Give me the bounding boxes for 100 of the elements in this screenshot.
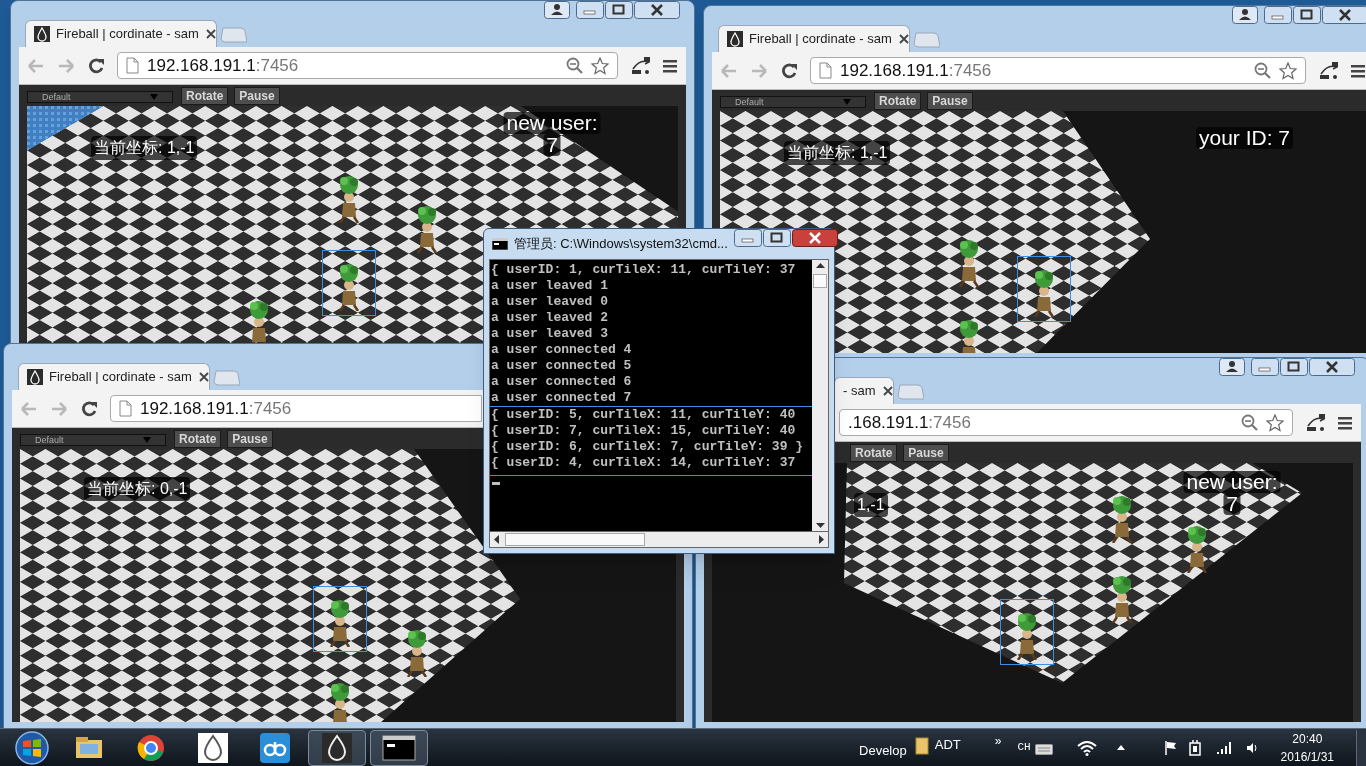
date-text: 2016/1/31	[1280, 748, 1334, 766]
user-icon[interactable]	[1232, 6, 1258, 24]
reload-icon[interactable]	[87, 56, 105, 75]
maximize-icon[interactable]	[762, 229, 791, 247]
address-bar[interactable]: 192.168.191.1:7456	[110, 395, 482, 422]
character-drawing	[1111, 496, 1133, 543]
game-button[interactable]: Rotate	[174, 430, 222, 448]
language-indicator[interactable]: CH	[1017, 739, 1031, 756]
user-icon[interactable]	[1219, 358, 1245, 376]
address-bar[interactable]: .168.191.1:7456	[839, 409, 1293, 436]
character-drawing	[338, 176, 360, 223]
game-button[interactable]: Pause	[227, 430, 273, 448]
menu-icon[interactable]	[1350, 62, 1366, 79]
down-arrow-icon[interactable]	[815, 523, 825, 528]
right-arrow-icon[interactable]	[819, 535, 824, 544]
vertical-scrollbar[interactable]	[812, 260, 828, 531]
close-icon[interactable]	[1309, 358, 1355, 376]
language-icon[interactable]	[1305, 412, 1325, 433]
address-bar[interactable]: 192.168.191.1:7456	[810, 57, 1306, 84]
game-button[interactable]: Pause	[234, 87, 280, 105]
scroll-thumb[interactable]	[813, 273, 827, 288]
address-bar[interactable]: 192.168.191.1:7456	[117, 52, 618, 79]
minimize-icon[interactable]	[1264, 6, 1292, 24]
language-icon[interactable]	[630, 55, 650, 76]
browser-tab[interactable]: Fireball | cordinate - sam	[25, 20, 217, 47]
dropdown[interactable]: Default	[20, 434, 166, 446]
close-icon[interactable]	[881, 385, 894, 397]
url-text: 192.168.191.1:7456	[140, 397, 293, 420]
horizontal-scrollbar[interactable]	[489, 532, 829, 548]
character-drawing	[1033, 270, 1055, 317]
console-line: { userID: 4, curTileX: 14, curTileY: 37	[490, 455, 797, 471]
maximize-icon[interactable]	[1293, 6, 1321, 24]
window-title: 管理员: C:\Windows\system32\cmd...	[514, 235, 728, 254]
close-icon[interactable]	[197, 371, 210, 383]
page-icon	[119, 400, 132, 417]
message-text: 7	[1223, 493, 1241, 515]
console-line: a user connected 6	[490, 374, 633, 390]
console-line: a user connected 7	[490, 390, 633, 406]
coordinate-label: 当前坐标: 1,-1	[91, 136, 198, 160]
reload-icon[interactable]	[80, 399, 98, 418]
language-icon[interactable]	[1318, 60, 1338, 81]
star-icon[interactable]	[1266, 413, 1284, 432]
zoom-out-icon[interactable]	[1254, 62, 1271, 79]
close-icon[interactable]	[634, 1, 680, 19]
zoom-out-icon[interactable]	[1241, 414, 1258, 431]
browser-tab[interactable]: Fireball | cordinate - sam	[18, 363, 210, 390]
console-icon	[492, 238, 508, 250]
game-button[interactable]: Rotate	[181, 87, 229, 105]
taskbar-button[interactable]	[370, 729, 428, 766]
minimize-icon[interactable]	[733, 229, 762, 247]
message-text: 7	[543, 134, 561, 156]
console-line: a user leaved 2	[490, 310, 610, 326]
flag-icon[interactable]	[1164, 740, 1177, 755]
close-icon[interactable]	[204, 28, 217, 40]
up-arrow-icon[interactable]	[1116, 745, 1125, 750]
menu-icon[interactable]	[662, 57, 678, 74]
caret-icon	[150, 94, 158, 100]
wifi-icon[interactable]	[1076, 739, 1097, 756]
maximize-icon[interactable]	[605, 1, 633, 19]
close-icon[interactable]	[1322, 6, 1366, 24]
console-line: a user connected 5	[490, 358, 633, 374]
taskbar-button[interactable]	[308, 729, 366, 766]
url-text: 192.168.191.1:7456	[147, 54, 300, 77]
star-icon[interactable]	[591, 56, 609, 75]
up-arrow-icon[interactable]	[815, 263, 825, 268]
coordinate-label: 1,-1	[854, 493, 888, 517]
maximize-icon[interactable]	[1280, 358, 1308, 376]
dropdown[interactable]: Default	[27, 91, 173, 103]
browser-tab[interactable]: - sam	[834, 377, 894, 404]
browser-tab[interactable]: Fireball | cordinate - sam	[718, 25, 910, 52]
dropdown[interactable]: Default	[720, 96, 866, 108]
signal-bars-icon[interactable]	[1216, 741, 1231, 754]
speaker-icon[interactable]	[1246, 741, 1257, 754]
coordinate-label: 当前坐标: 1,-1	[784, 141, 891, 165]
game-button[interactable]: Rotate	[850, 444, 898, 462]
start-button[interactable]	[12, 729, 52, 766]
game-button[interactable]: Pause	[927, 92, 973, 110]
chevron-button[interactable]: »	[994, 731, 1002, 750]
toolbar-label[interactable]: Develop	[859, 740, 907, 761]
url-text: .168.191.1:7456	[848, 411, 972, 434]
reload-icon[interactable]	[780, 61, 798, 80]
clock[interactable]: 20:40 2016/1/31	[1280, 729, 1334, 766]
game-button[interactable]: Pause	[903, 444, 949, 462]
toolbar-label[interactable]: ADT	[934, 734, 961, 755]
drop-icon	[727, 31, 743, 47]
menu-icon[interactable]	[1337, 414, 1353, 431]
power-plug-icon[interactable]	[1188, 739, 1201, 756]
minimize-icon[interactable]	[576, 1, 604, 19]
caret-icon	[143, 437, 151, 443]
console-line: { userID: 7, curTileX: 15, curTileY: 40	[490, 423, 797, 439]
message-text: new user:	[1183, 471, 1281, 493]
minimize-icon[interactable]	[1251, 358, 1279, 376]
close-icon[interactable]	[897, 33, 910, 45]
user-icon[interactable]	[544, 1, 570, 19]
star-icon[interactable]	[1279, 61, 1297, 80]
close-icon[interactable]	[791, 229, 838, 247]
game-button[interactable]: Rotate	[874, 92, 922, 110]
zoom-out-icon[interactable]	[566, 57, 583, 74]
scroll-thumb[interactable]	[505, 533, 645, 546]
left-arrow-icon[interactable]	[494, 535, 499, 544]
